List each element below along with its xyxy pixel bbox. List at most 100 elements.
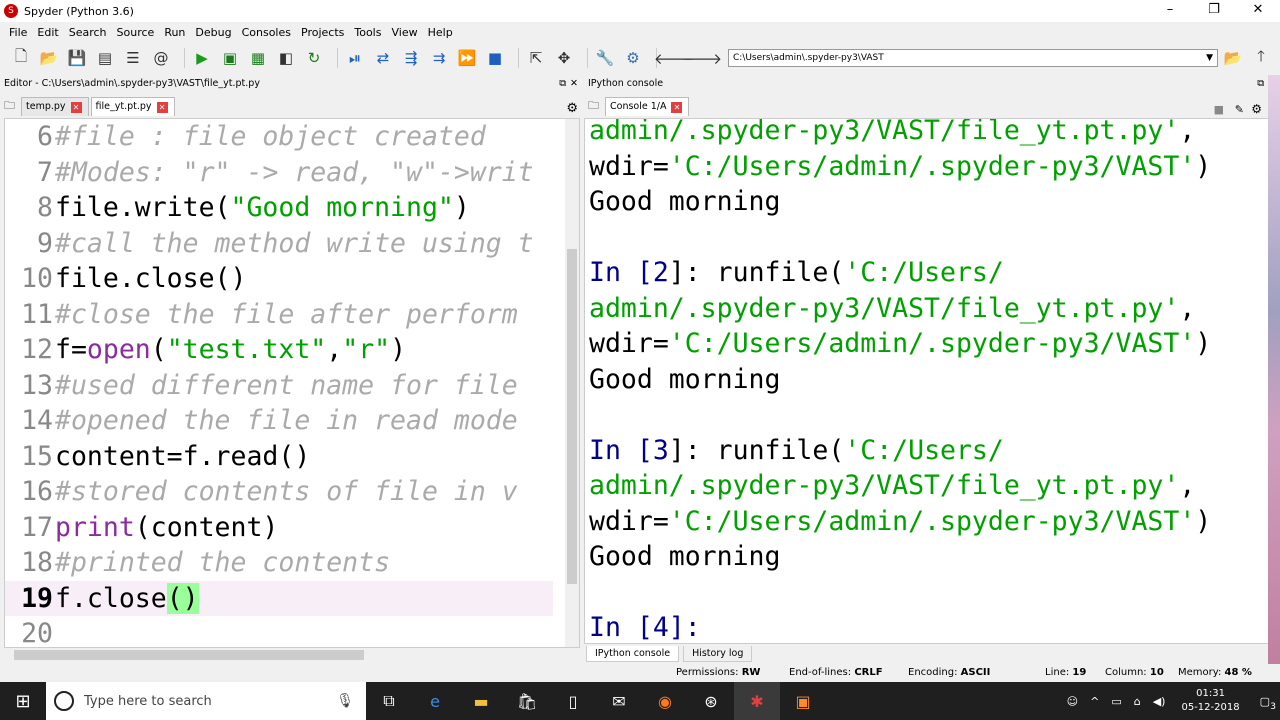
forward-arrow-icon[interactable]: 🡒 bbox=[682, 47, 722, 69]
taskbar: ⊞ Type here to search 🎙 ⧉ e ▬ 🛍 ▯ ✉ ◉ ⊛ … bbox=[0, 682, 1280, 720]
windows-start-icon[interactable]: ⊞ bbox=[0, 682, 46, 720]
code-editor[interactable]: 6#file : file object created 7#Modes: "r… bbox=[4, 118, 580, 648]
menu-view[interactable]: View bbox=[386, 26, 422, 39]
microphone-icon[interactable]: 🎙 bbox=[336, 693, 354, 709]
run-selection-icon[interactable]: ◧ bbox=[275, 47, 297, 69]
editor-vertical-scrollbar[interactable] bbox=[565, 119, 579, 647]
chevron-down-icon[interactable]: ▼ bbox=[1206, 50, 1213, 66]
scrollbar-thumb[interactable] bbox=[14, 650, 364, 660]
tab-temp-py[interactable]: temp.py ✕ bbox=[21, 97, 89, 116]
menu-source[interactable]: Source bbox=[112, 26, 160, 39]
python-path-icon[interactable]: ⚙ bbox=[622, 47, 644, 69]
settings-icon[interactable]: ⊛ bbox=[688, 682, 734, 720]
gear-icon[interactable]: ⚙ bbox=[1251, 102, 1262, 116]
window-title: Spyder (Python 3.6) bbox=[24, 4, 134, 18]
chevron-up-icon[interactable]: ^ bbox=[1084, 695, 1105, 708]
mail-icon[interactable]: ✉ bbox=[596, 682, 642, 720]
code-line: 8file.write("Good morning") bbox=[37, 192, 470, 223]
network-icon[interactable]: ⌂ bbox=[1128, 695, 1147, 708]
fullscreen-icon[interactable]: ✥ bbox=[553, 47, 575, 69]
file-explorer-icon[interactable]: ▬ bbox=[458, 682, 504, 720]
minimize-icon[interactable]: – bbox=[1148, 0, 1192, 22]
console-line: wdir='C:/Users/admin/.spyder-py3/VAST') bbox=[589, 505, 1212, 537]
console-header: IPython console ⧉ bbox=[584, 76, 1268, 92]
edge-icon[interactable]: e bbox=[412, 682, 458, 720]
save-icon[interactable]: 💾 bbox=[66, 47, 88, 69]
close-tab-icon[interactable]: ✕ bbox=[156, 101, 168, 113]
run-icon[interactable]: ▶ bbox=[191, 47, 213, 69]
menu-projects[interactable]: Projects bbox=[296, 26, 349, 39]
clear-console-icon[interactable]: ✎ bbox=[1235, 103, 1244, 116]
tab-history-log[interactable]: History log bbox=[683, 646, 753, 662]
tab-console-1a[interactable]: Console 1/A ✕ bbox=[605, 97, 690, 116]
console-line: wdir='C:/Users/admin/.spyder-py3/VAST') bbox=[589, 328, 1212, 359]
step-return-icon[interactable]: ⇉ bbox=[428, 47, 450, 69]
list-icon[interactable]: ☰ bbox=[122, 47, 144, 69]
undock-icon[interactable]: ⧉ bbox=[559, 76, 566, 92]
continue-icon[interactable]: ⏩ bbox=[456, 47, 478, 69]
code-line: 20 bbox=[21, 618, 53, 648]
line-status: Line: 19 bbox=[1045, 667, 1087, 678]
parent-dir-icon[interactable]: 🡑 bbox=[1250, 47, 1272, 69]
console-line: admin/.spyder-py3/VAST/file_yt.pt.py', bbox=[589, 292, 1196, 324]
people-icon[interactable]: ☺ bbox=[1061, 695, 1084, 708]
rerun-icon[interactable]: ↻ bbox=[303, 47, 325, 69]
debug-icon[interactable]: ⏯ bbox=[344, 47, 366, 69]
browse-tabs-icon[interactable]: 🗀 bbox=[4, 97, 15, 116]
ipython-console[interactable]: admin/.spyder-py3/VAST/file_yt.pt.py', w… bbox=[584, 118, 1270, 644]
undock-icon[interactable]: ⧉ bbox=[1257, 76, 1264, 92]
step-icon[interactable]: ⇄ bbox=[372, 47, 394, 69]
open-file-icon[interactable]: 📂 bbox=[38, 47, 60, 69]
editor-header: Editor - C:\Users\admin\.spyder-py3\VAST… bbox=[0, 76, 580, 92]
volume-icon[interactable]: ◀) bbox=[1147, 695, 1172, 708]
preferences-icon[interactable]: 🔧 bbox=[594, 47, 616, 69]
menu-help[interactable]: Help bbox=[423, 26, 458, 39]
step-into-icon[interactable]: ⇶ bbox=[400, 47, 422, 69]
store-icon[interactable]: 🛍 bbox=[504, 682, 550, 720]
run-cell-icon[interactable]: ▣ bbox=[219, 47, 241, 69]
battery-icon[interactable]: ▭ bbox=[1105, 695, 1127, 708]
scrollbar-thumb[interactable] bbox=[567, 249, 577, 584]
close-tab-icon[interactable]: ✕ bbox=[671, 101, 683, 113]
close-icon[interactable]: ✕ bbox=[1236, 0, 1280, 22]
restore-icon[interactable]: ❐ bbox=[1192, 0, 1236, 22]
tab-file-yt-pt-py[interactable]: file_yt.pt.py ✕ bbox=[90, 97, 175, 116]
powerpoint-icon[interactable]: ▣ bbox=[780, 682, 826, 720]
tab-ipython-console[interactable]: IPython console bbox=[586, 646, 680, 662]
task-view-icon[interactable]: ⧉ bbox=[366, 682, 412, 720]
notification-icon[interactable]: ▢ 3 bbox=[1250, 695, 1280, 712]
code-line: 9#call the method write using t bbox=[37, 227, 534, 259]
browse-folder-icon[interactable]: 📂 bbox=[1222, 47, 1244, 69]
document-icon[interactable]: ▯ bbox=[550, 682, 596, 720]
taskbar-search[interactable]: Type here to search 🎙 bbox=[46, 682, 366, 720]
menu-consoles[interactable]: Consoles bbox=[237, 26, 296, 39]
close-tab-icon[interactable]: ✕ bbox=[70, 101, 82, 113]
working-directory-input[interactable]: C:\Users\admin\.spyder-py3\VAST ▼ bbox=[728, 49, 1218, 67]
stop-kernel-icon[interactable]: ■ bbox=[1214, 103, 1224, 116]
title-bar: S Spyder (Python 3.6) bbox=[0, 0, 1280, 22]
encoding-status: Encoding: ASCII bbox=[908, 667, 991, 678]
menu-debug[interactable]: Debug bbox=[190, 26, 236, 39]
status-bar: Permissions: RW End-of-lines: CRLF Encod… bbox=[0, 664, 1280, 682]
close-pane-icon[interactable]: ✕ bbox=[570, 76, 578, 92]
new-file-icon[interactable]: 🗋 bbox=[10, 47, 32, 69]
menu-search[interactable]: Search bbox=[64, 26, 112, 39]
browse-tabs-icon[interactable]: 🗀 bbox=[588, 97, 599, 116]
spyder-taskbar-icon[interactable]: ✱ bbox=[734, 682, 780, 720]
menu-file[interactable]: File bbox=[4, 26, 32, 39]
save-all-icon[interactable]: ▤ bbox=[94, 47, 116, 69]
editor-horizontal-scrollbar[interactable] bbox=[4, 648, 562, 662]
eol-status: End-of-lines: CRLF bbox=[789, 667, 883, 678]
stop-icon[interactable]: ■ bbox=[484, 47, 506, 69]
menu-run[interactable]: Run bbox=[159, 26, 190, 39]
maximize-pane-icon[interactable]: ⇱ bbox=[525, 47, 547, 69]
menu-edit[interactable]: Edit bbox=[32, 26, 63, 39]
firefox-icon[interactable]: ◉ bbox=[642, 682, 688, 720]
toolbar-separator bbox=[518, 48, 519, 68]
gear-icon[interactable]: ⚙ bbox=[566, 101, 578, 116]
run-cell-advance-icon[interactable]: ▦ bbox=[247, 47, 269, 69]
clock[interactable]: 01:31 05-12-2018 bbox=[1171, 687, 1249, 715]
menu-tools[interactable]: Tools bbox=[349, 26, 386, 39]
menu-bar: File Edit Search Source Run Debug Consol… bbox=[0, 22, 1280, 42]
at-icon[interactable]: @ bbox=[150, 47, 172, 69]
